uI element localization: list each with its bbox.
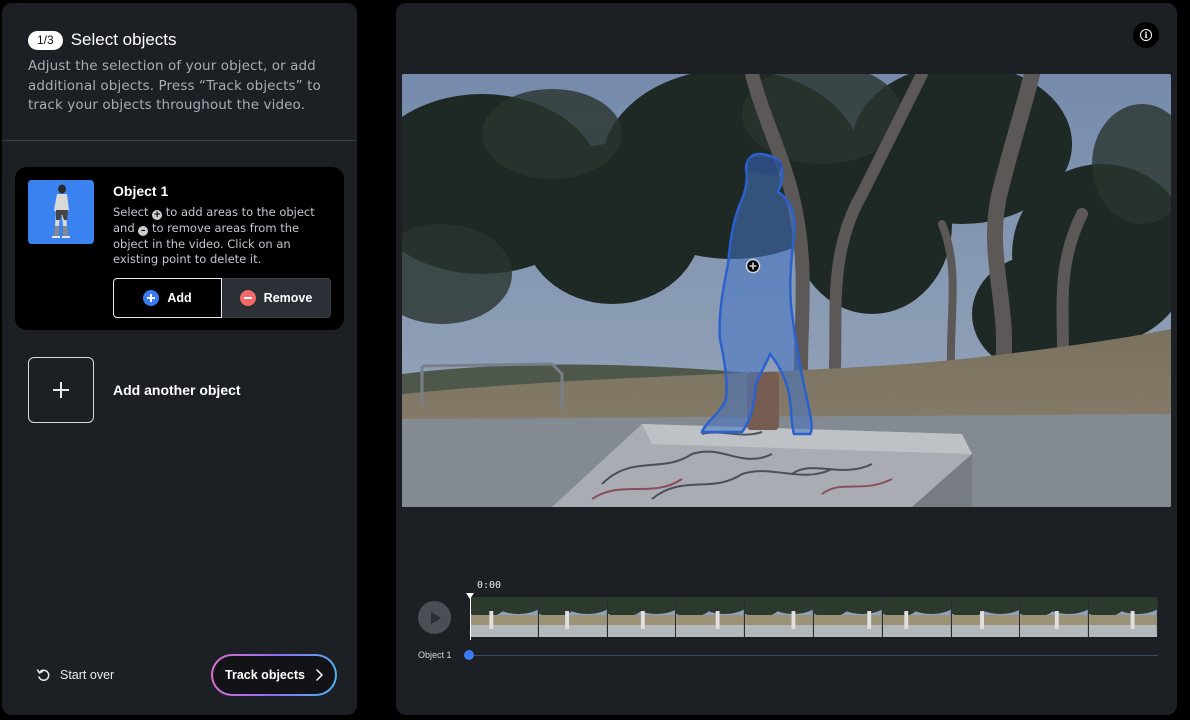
info-button[interactable]: i xyxy=(1133,22,1159,48)
object-help-text: Select + to add areas to the object and … xyxy=(113,205,335,268)
track-objects-label: Track objects xyxy=(225,668,305,682)
timeline-filmstrip[interactable] xyxy=(470,597,1158,637)
object-card[interactable]: Object 1 Select + to add areas to the ob… xyxy=(15,167,344,330)
track-objects-button[interactable]: Track objects xyxy=(211,654,337,696)
timeline-frame xyxy=(1089,597,1158,637)
timeline-frame xyxy=(1020,597,1090,637)
title-row: 1/3 Select objects xyxy=(28,30,331,50)
timeline-frame xyxy=(538,597,608,637)
plus-icon xyxy=(53,382,69,398)
play-icon xyxy=(431,611,441,624)
timeline-frame xyxy=(951,597,1021,637)
video-panel: i 0:00 Object 1 xyxy=(396,3,1177,715)
start-over-label: Start over xyxy=(60,668,115,682)
track-objects-button-inner: Track objects xyxy=(213,656,335,694)
undo-icon xyxy=(36,669,50,681)
object-track-keyframe[interactable] xyxy=(464,650,474,660)
point-mode-toggle: Add Remove xyxy=(113,278,331,318)
add-another-object-label[interactable]: Add another object xyxy=(113,382,241,398)
object-track-line xyxy=(470,655,1158,656)
add-button[interactable]: Add xyxy=(113,278,222,318)
remove-button[interactable]: Remove xyxy=(222,278,331,318)
object-name: Object 1 xyxy=(113,183,169,199)
remove-button-label: Remove xyxy=(263,291,313,305)
step-badge: 1/3 xyxy=(28,30,63,50)
info-icon: i xyxy=(1140,29,1152,41)
timeline-frame xyxy=(607,597,677,637)
timeline-frame xyxy=(676,597,746,637)
help-text-select: Select xyxy=(113,205,149,219)
page-title: Select objects xyxy=(70,30,177,49)
add-another-object-button[interactable] xyxy=(28,357,94,423)
panel-header: 1/3 Select objects Adjust the selection … xyxy=(2,3,357,141)
minus-circle-icon xyxy=(239,290,256,306)
add-button-label: Add xyxy=(167,291,192,305)
playhead[interactable] xyxy=(470,594,471,640)
instructions-text: Adjust the selection of your object, or … xyxy=(28,58,321,113)
object-track-label: Object 1 xyxy=(418,650,452,660)
minus-circle-icon: – xyxy=(138,225,149,236)
timecode: 0:00 xyxy=(477,580,502,591)
timeline-frame xyxy=(882,597,952,637)
object-thumbnail xyxy=(28,180,94,244)
timeline-frame xyxy=(745,597,814,637)
play-button[interactable] xyxy=(418,601,451,634)
plus-circle-icon xyxy=(143,290,160,306)
timeline-frame xyxy=(470,597,539,637)
left-panel: 1/3 Select objects Adjust the selection … xyxy=(2,3,357,715)
start-over-button[interactable]: Start over xyxy=(36,667,114,683)
chevron-right-icon xyxy=(316,669,323,681)
timeline-frame xyxy=(813,597,883,637)
plus-circle-icon: + xyxy=(152,210,163,220)
video-canvas[interactable] xyxy=(402,74,1171,507)
